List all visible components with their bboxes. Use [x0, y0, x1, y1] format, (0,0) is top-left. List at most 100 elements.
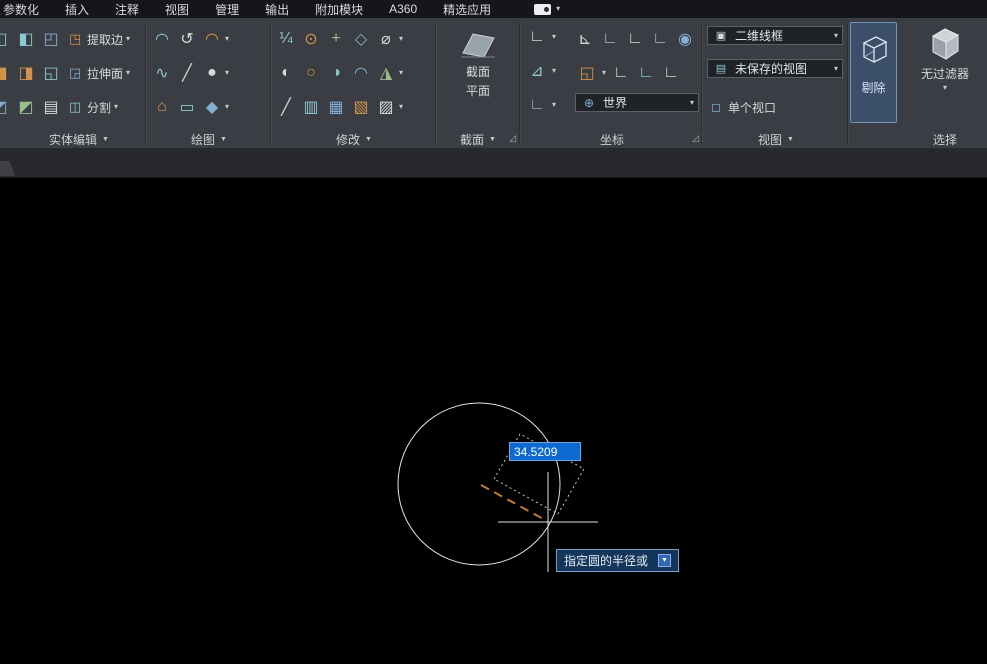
- panel-modify: ¼ ⊙ + ◇ ⌀ ▾ ◐ ○ ◑ ◠ ◮ ▾ ╱ ▥ ▦ ▧ ▨ ▾: [274, 18, 434, 128]
- extrude-faces-button[interactable]: ◲ 拉伸面 ▾: [64, 60, 132, 86]
- panel-separator: [145, 22, 146, 144]
- panel-label-solid-editing[interactable]: 实体编辑 ▼: [14, 130, 144, 148]
- no-filter-cube-icon: [925, 23, 965, 63]
- dialog-launcher-icon[interactable]: ◿: [692, 133, 699, 144]
- erase-icon[interactable]: ◐: [274, 60, 298, 86]
- solid-union-icon[interactable]: ◰: [39, 26, 63, 52]
- measure-icon[interactable]: ¼: [274, 26, 298, 52]
- panel-label-selection[interactable]: 选择: [904, 130, 986, 148]
- copy-icon[interactable]: +: [324, 26, 348, 52]
- chevron-down-icon: ▾: [552, 101, 556, 109]
- hatch-icon[interactable]: ▧: [349, 94, 373, 120]
- chevron-down-icon[interactable]: ▾: [225, 69, 229, 77]
- mirror-icon[interactable]: ◑: [324, 60, 348, 86]
- ucs-previous-button[interactable]: ⊿ ▾: [523, 58, 558, 84]
- clipped-icon[interactable]: ◩: [0, 94, 12, 120]
- menu-tab-addins[interactable]: 附加模块: [302, 0, 376, 18]
- menu-tab-annotate[interactable]: 注释: [102, 0, 152, 18]
- panel-label-view[interactable]: 视图 ▼: [705, 130, 847, 148]
- ucs-icon-button[interactable]: ∟ ▾: [523, 24, 558, 50]
- drawing-canvas[interactable]: 34.5209 指定圆的半径或 ▼: [0, 178, 987, 664]
- rectangle-icon[interactable]: ▭: [175, 94, 199, 120]
- scale-icon[interactable]: ▥: [299, 94, 323, 120]
- clipped-icon[interactable]: ◨: [0, 60, 12, 86]
- chevron-down-icon: ▾: [552, 33, 556, 41]
- cull-icon: [858, 33, 890, 65]
- ribbon: ◧ ◨ ◩ ◧ ◰ ◳ 提取边 ▾ ◨ ◱ ◲ 拉伸面 ▾ ◩ ▤: [0, 18, 987, 149]
- ellipse-icon[interactable]: ◆: [200, 94, 224, 120]
- dialog-launcher-icon[interactable]: ◿: [509, 133, 516, 144]
- drawing-geometry: [0, 178, 987, 664]
- separate-button[interactable]: ◫ 分割 ▾: [64, 94, 120, 120]
- line-icon[interactable]: ╱: [175, 60, 199, 86]
- ucs-named-icon[interactable]: ◉: [673, 26, 697, 52]
- solid-shell-icon[interactable]: ▤: [39, 94, 63, 120]
- chevron-down-icon: ▾: [114, 103, 118, 111]
- move-icon[interactable]: ⊙: [299, 26, 323, 52]
- chevron-down-icon[interactable]: ▾: [225, 35, 229, 43]
- solid-fillet-icon[interactable]: ◩: [14, 94, 38, 120]
- ucs-object-icon[interactable]: ∟: [609, 60, 633, 86]
- clipped-icon[interactable]: ◧: [0, 26, 12, 52]
- section-plane-button[interactable]: 截面 平面: [452, 26, 504, 100]
- trim-icon[interactable]: ⌀: [374, 26, 398, 52]
- visual-style-combo[interactable]: ▣ 二维线框 ▾: [707, 26, 843, 45]
- panel-label-section[interactable]: 截面 ▼ ◿: [438, 130, 518, 148]
- chevron-down-icon[interactable]: ▾: [399, 103, 403, 111]
- ucs-world-icon[interactable]: ⊾: [573, 26, 597, 52]
- arc-3point-icon[interactable]: ◠: [200, 26, 224, 52]
- panel-draw: ◠ ↺ ◠ ▾ ∿ ╱ ● ▾ ⌂ ▭ ◆ ▾: [150, 18, 268, 128]
- ucs-origin-icon: ∟: [525, 92, 549, 118]
- ucs-combo[interactable]: ⊕ 世界 ▾: [575, 93, 699, 112]
- menu-tab-parametric[interactable]: 参数化: [0, 0, 52, 18]
- ucs-view-icon[interactable]: ∟: [634, 60, 658, 86]
- dynamic-input-field[interactable]: 34.5209: [509, 442, 581, 461]
- ucs-z-icon[interactable]: ∟: [648, 26, 672, 52]
- ucs-3point-icon[interactable]: ∟: [659, 60, 683, 86]
- menu-tab-output[interactable]: 输出: [252, 0, 302, 18]
- file-tab[interactable]: [0, 161, 15, 176]
- chamfer-icon[interactable]: ◮: [374, 60, 398, 86]
- chevron-down-icon: ▾: [126, 35, 130, 43]
- chevron-down-icon: ▾: [834, 65, 838, 73]
- array-icon[interactable]: ▦: [324, 94, 348, 120]
- selection-filter-button[interactable]: 无过滤器 ▾: [914, 22, 976, 93]
- stretch-icon[interactable]: ╱: [274, 94, 298, 120]
- fillet-icon[interactable]: ◠: [349, 60, 373, 86]
- panel-expand-icon: ▼: [220, 136, 227, 143]
- ucs-face-button[interactable]: ◱ ▾: [573, 60, 608, 86]
- ucs-y-icon[interactable]: ∟: [623, 26, 647, 52]
- circle-icon[interactable]: ●: [200, 60, 224, 86]
- panel-label-draw[interactable]: 绘图 ▼: [150, 130, 268, 148]
- ucs-origin-button[interactable]: ∟ ▾: [523, 92, 558, 118]
- chevron-down-icon[interactable]: ▾: [399, 69, 403, 77]
- cull-button[interactable]: 剔除: [850, 22, 897, 123]
- rotate-icon[interactable]: ◇: [349, 26, 373, 52]
- chevron-down-icon[interactable]: ▾: [225, 103, 229, 111]
- spline-icon[interactable]: ∿: [150, 60, 174, 86]
- menu-tab-manage[interactable]: 管理: [202, 0, 252, 18]
- revision-cloud-icon[interactable]: ↺: [175, 26, 199, 52]
- offset-icon[interactable]: ○: [299, 60, 323, 86]
- named-view-combo[interactable]: ▤ 未保存的视图 ▾: [707, 59, 843, 78]
- command-prompt-tooltip: 指定圆的半径或 ▼: [556, 549, 679, 572]
- menu-tab-insert[interactable]: 插入: [52, 0, 102, 18]
- panel-label-modify[interactable]: 修改 ▼: [274, 130, 434, 148]
- chevron-down-icon[interactable]: ▾: [399, 35, 403, 43]
- panel-label-coordinates[interactable]: 坐标 ◿: [523, 130, 701, 148]
- solid-intersect-icon[interactable]: ◱: [39, 60, 63, 86]
- menu-tab-a360[interactable]: A360: [376, 0, 430, 18]
- viewport-config-button[interactable]: 单个视口: [726, 99, 778, 116]
- solid-history-icon[interactable]: ◧: [14, 26, 38, 52]
- solid-subtract-icon[interactable]: ◨: [14, 60, 38, 86]
- arc-icon[interactable]: ◠: [150, 26, 174, 52]
- menu-tab-view[interactable]: 视图: [152, 0, 202, 18]
- panel-view: ▣ 二维线框 ▾ ▤ 未保存的视图 ▾ ◻ 单个视口: [705, 18, 847, 128]
- menu-tab-featured-apps[interactable]: 精选应用: [430, 0, 504, 18]
- ucs-x-icon[interactable]: ∟: [598, 26, 622, 52]
- extract-edges-button[interactable]: ◳ 提取边 ▾: [64, 26, 132, 52]
- prompt-text: 指定圆的半径或: [564, 552, 648, 569]
- screen-record-button[interactable]: ▾: [534, 4, 560, 15]
- polygon-icon[interactable]: ⌂: [150, 94, 174, 120]
- explode-icon[interactable]: ▨: [374, 94, 398, 120]
